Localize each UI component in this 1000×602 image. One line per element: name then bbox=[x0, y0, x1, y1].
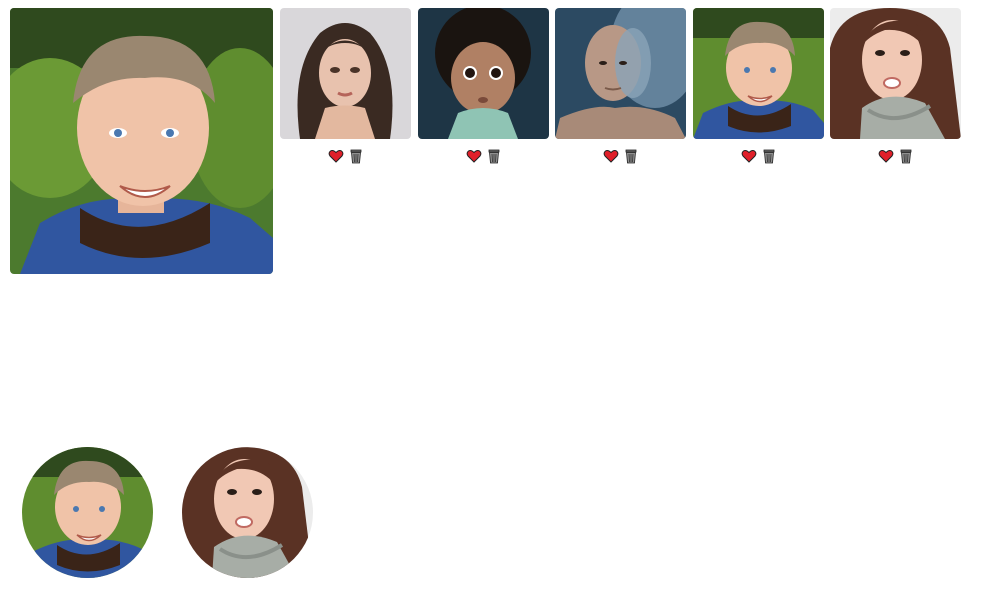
trash-icon[interactable] bbox=[623, 148, 639, 164]
thumbnail-card bbox=[418, 8, 549, 164]
thumbnail-card bbox=[280, 8, 411, 164]
thumbnail-photo[interactable] bbox=[693, 8, 824, 139]
heart-icon[interactable] bbox=[603, 148, 619, 164]
heart-icon[interactable] bbox=[878, 148, 894, 164]
thumbnail-photo[interactable] bbox=[418, 8, 549, 139]
trash-icon[interactable] bbox=[761, 148, 777, 164]
thumbnail-card bbox=[830, 8, 961, 164]
trash-icon[interactable] bbox=[898, 148, 914, 164]
thumbnail-photo[interactable] bbox=[280, 8, 411, 139]
heart-icon[interactable] bbox=[741, 148, 757, 164]
main-photo-boy bbox=[10, 8, 273, 274]
trash-icon[interactable] bbox=[486, 148, 502, 164]
heart-icon[interactable] bbox=[466, 148, 482, 164]
thumbnail-card bbox=[693, 8, 824, 164]
thumbnail-photo[interactable] bbox=[830, 8, 961, 139]
trash-icon[interactable] bbox=[348, 148, 364, 164]
favorite-avatar-woman[interactable] bbox=[182, 447, 313, 578]
thumbnail-card bbox=[555, 8, 686, 164]
thumbnail-photo[interactable] bbox=[555, 8, 686, 139]
favorite-avatar-boy[interactable] bbox=[22, 447, 153, 578]
heart-icon[interactable] bbox=[328, 148, 344, 164]
